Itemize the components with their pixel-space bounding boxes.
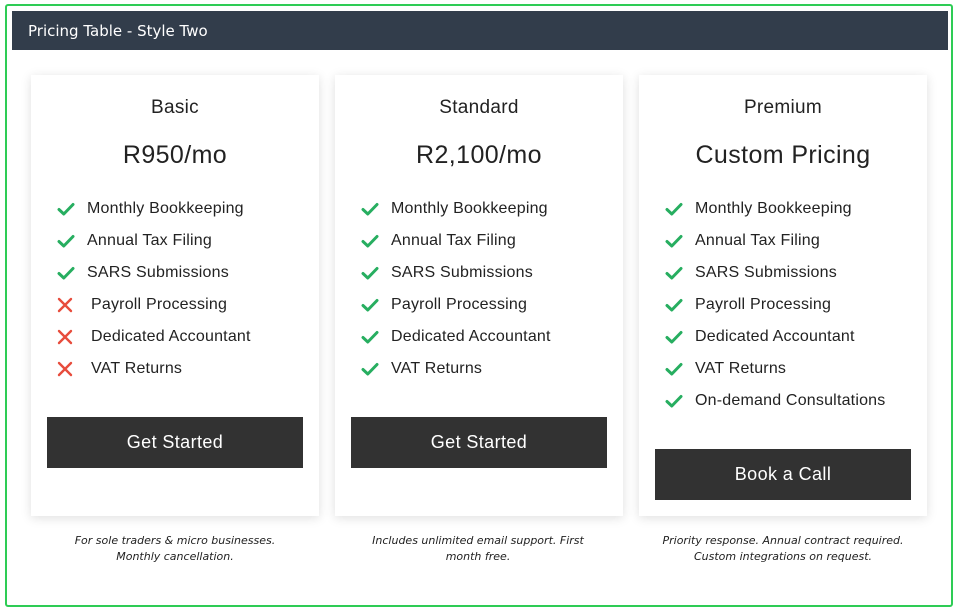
feature-item: VAT Returns — [665, 353, 923, 385]
get-started-button[interactable]: Get Started — [47, 417, 303, 468]
feature-item: Dedicated Accountant — [665, 321, 923, 353]
feature-label: SARS Submissions — [695, 264, 837, 281]
pricing-card-basic: Basic R950/mo Monthly Bookkeeping Annual… — [31, 75, 319, 516]
plan-price: R2,100/mo — [416, 141, 542, 169]
plan-name: Basic — [151, 97, 199, 118]
cross-icon — [57, 361, 91, 377]
check-icon — [665, 202, 695, 216]
feature-list: Monthly Bookkeeping Annual Tax Filing SA… — [361, 193, 619, 385]
check-icon — [57, 266, 87, 280]
check-icon — [361, 266, 391, 280]
feature-item: VAT Returns — [361, 353, 619, 385]
check-icon — [665, 330, 695, 344]
feature-list: Monthly Bookkeeping Annual Tax Filing SA… — [57, 193, 315, 385]
feature-item: Annual Tax Filing — [57, 225, 315, 257]
feature-item: Annual Tax Filing — [361, 225, 619, 257]
check-icon — [665, 298, 695, 312]
check-icon — [361, 234, 391, 248]
plan-note-basic: For sole traders & micro businesses. Mon… — [74, 534, 276, 563]
check-icon — [361, 202, 391, 216]
feature-item: Annual Tax Filing — [665, 225, 923, 257]
feature-item: Monthly Bookkeeping — [361, 193, 619, 225]
pricing-card-standard: Standard R2,100/mo Monthly Bookkeeping A… — [335, 75, 623, 516]
feature-item: Payroll Processing — [665, 289, 923, 321]
feature-label: Annual Tax Filing — [87, 232, 212, 249]
feature-label: Monthly Bookkeeping — [695, 200, 852, 217]
feature-label: Dedicated Accountant — [695, 328, 855, 345]
get-started-button[interactable]: Get Started — [351, 417, 607, 468]
plan-note-standard: Includes unlimited email support. First … — [372, 534, 584, 563]
feature-label: Monthly Bookkeeping — [87, 200, 244, 217]
check-icon — [665, 362, 695, 376]
check-icon — [665, 394, 695, 408]
check-icon — [665, 266, 695, 280]
feature-label: Payroll Processing — [391, 296, 528, 313]
feature-item: Monthly Bookkeeping — [665, 193, 923, 225]
feature-label: Annual Tax Filing — [695, 232, 820, 249]
feature-item: SARS Submissions — [361, 257, 619, 289]
feature-label: Payroll Processing — [695, 296, 832, 313]
feature-item: Dedicated Accountant — [57, 321, 315, 353]
feature-label: VAT Returns — [91, 360, 183, 377]
feature-label: SARS Submissions — [87, 264, 229, 281]
widget-title: Pricing Table - Style Two — [28, 21, 208, 40]
feature-item: Payroll Processing — [57, 289, 315, 321]
feature-item: Payroll Processing — [361, 289, 619, 321]
feature-item: VAT Returns — [57, 353, 315, 385]
feature-item: SARS Submissions — [665, 257, 923, 289]
pricing-card-premium: Premium Custom Pricing Monthly Bookkeepi… — [639, 75, 927, 516]
plan-price: R950/mo — [122, 141, 228, 169]
feature-label: Dedicated Accountant — [91, 328, 251, 345]
plan-note-premium: Priority response. Annual contract requi… — [662, 534, 904, 563]
check-icon — [665, 234, 695, 248]
check-icon — [57, 234, 87, 248]
feature-label: VAT Returns — [695, 360, 787, 377]
feature-label: VAT Returns — [391, 360, 483, 377]
feature-item: Monthly Bookkeeping — [57, 193, 315, 225]
feature-item: SARS Submissions — [57, 257, 315, 289]
feature-item: On-demand Consultations — [665, 385, 923, 417]
check-icon — [57, 202, 87, 216]
feature-label: Annual Tax Filing — [391, 232, 516, 249]
cross-icon — [57, 297, 91, 313]
feature-label: Payroll Processing — [91, 296, 228, 313]
check-icon — [361, 330, 391, 344]
feature-list: Monthly Bookkeeping Annual Tax Filing SA… — [665, 193, 923, 417]
book-a-call-button[interactable]: Book a Call — [655, 449, 911, 500]
widget-header: Pricing Table - Style Two — [12, 11, 948, 50]
cross-icon — [57, 329, 91, 345]
feature-label: SARS Submissions — [391, 264, 533, 281]
feature-label: Dedicated Accountant — [391, 328, 551, 345]
feature-label: Monthly Bookkeeping — [391, 200, 548, 217]
plan-price: Custom Pricing — [695, 141, 871, 169]
feature-label: On-demand Consultations — [695, 392, 886, 409]
plan-name: Premium — [743, 97, 823, 118]
plan-name: Standard — [439, 97, 519, 118]
check-icon — [361, 298, 391, 312]
feature-item: Dedicated Accountant — [361, 321, 619, 353]
check-icon — [361, 362, 391, 376]
